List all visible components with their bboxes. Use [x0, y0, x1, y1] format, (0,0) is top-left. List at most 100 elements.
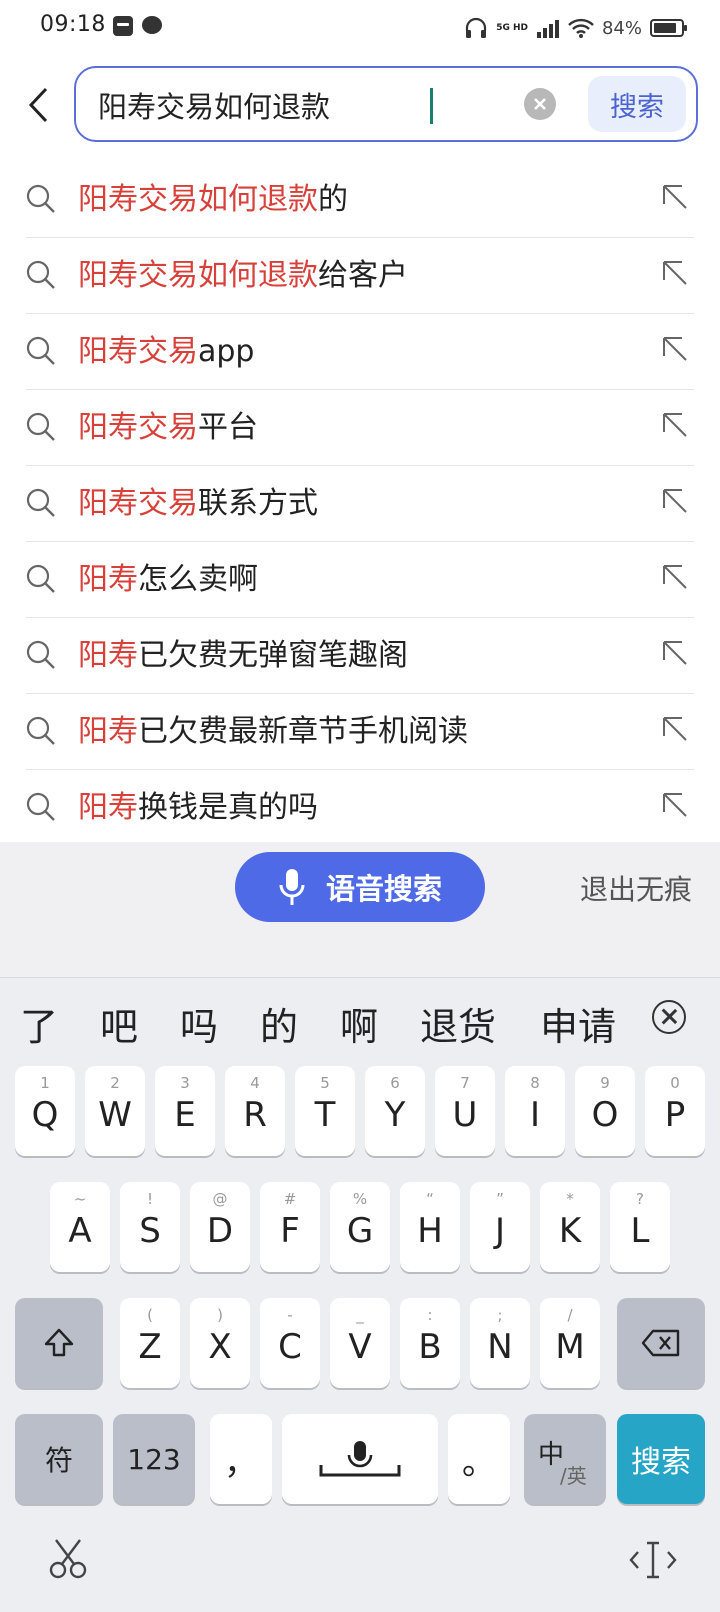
key-hint: !	[146, 1190, 153, 1208]
suggestion-text: 阳寿交易联系方式	[78, 484, 318, 524]
key-c[interactable]: -C	[260, 1298, 320, 1388]
text-cursor-tool-icon[interactable]	[628, 1540, 678, 1580]
language-switch-key[interactable]: 中 /英	[524, 1414, 606, 1504]
backspace-key[interactable]	[617, 1298, 705, 1388]
key-label: Y	[384, 1095, 406, 1135]
collapse-candidates-icon[interactable]	[652, 1000, 686, 1034]
status-right: 5G HD 84%	[464, 14, 687, 42]
candidate-word[interactable]: 吗	[180, 996, 218, 1051]
shift-key[interactable]	[15, 1298, 103, 1388]
key-x[interactable]: ) X	[190, 1298, 250, 1388]
key-t[interactable]: 5T	[295, 1066, 355, 1156]
search-icon	[26, 564, 55, 593]
suggestion-item[interactable]: 阳寿交易app	[26, 314, 694, 390]
key-label: U	[452, 1095, 478, 1135]
fill-query-icon[interactable]	[662, 260, 688, 286]
fill-query-icon[interactable]	[662, 412, 688, 438]
key-label: J	[494, 1211, 506, 1251]
suggestion-text: 阳寿换钱是真的吗	[78, 788, 318, 828]
key-hint: 3	[180, 1074, 190, 1092]
search-button[interactable]: 搜索	[588, 76, 686, 132]
back-button[interactable]	[18, 80, 58, 130]
voice-search-button[interactable]: 语音搜索	[235, 852, 485, 922]
key-w[interactable]: 2W	[85, 1066, 145, 1156]
fill-query-icon[interactable]	[662, 792, 688, 818]
candidate-word[interactable]: 退货	[420, 996, 496, 1051]
suggestion-highlight: 阳寿交易	[78, 410, 198, 445]
suggestion-text: 阳寿交易如何退款的	[78, 180, 348, 220]
key-l[interactable]: ? L	[610, 1182, 670, 1272]
fill-query-icon[interactable]	[662, 564, 688, 590]
key-m[interactable]: / M	[540, 1298, 600, 1388]
text-cursor	[430, 88, 433, 124]
key-hint: #	[283, 1190, 297, 1208]
suggestion-item[interactable]: 阳寿交易如何退款的	[26, 162, 694, 238]
key-j[interactable]: ” J	[470, 1182, 530, 1272]
period-key[interactable]: 。	[448, 1414, 510, 1504]
fill-query-icon[interactable]	[662, 716, 688, 742]
suggestion-item[interactable]: 阳寿交易平台	[26, 390, 694, 466]
key-e[interactable]: 3E	[155, 1066, 215, 1156]
suggestion-item[interactable]: 阳寿已欠费无弹窗笔趣阁	[26, 618, 694, 694]
suggestion-rest: 已欠费最新章节手机阅读	[138, 714, 468, 749]
key-v[interactable]: _ V	[330, 1298, 390, 1388]
fill-query-icon[interactable]	[662, 488, 688, 514]
comma-key[interactable]: ，	[210, 1414, 272, 1504]
key-hint: ”	[496, 1190, 504, 1208]
search-icon	[26, 260, 55, 289]
key-b[interactable]: :B	[400, 1298, 460, 1388]
key-label: D	[206, 1211, 234, 1251]
key-z[interactable]: (Z	[120, 1298, 180, 1388]
signal-icon	[536, 20, 559, 38]
key-s[interactable]: ! S	[120, 1182, 180, 1272]
search-icon	[26, 488, 55, 517]
key-i[interactable]: 8I	[505, 1066, 565, 1156]
key-u[interactable]: 7U	[435, 1066, 495, 1156]
candidate-word[interactable]: 啊	[340, 996, 378, 1051]
key-d[interactable]: @ D	[190, 1182, 250, 1272]
space-key[interactable]	[282, 1414, 438, 1504]
suggestion-item[interactable]: 阳寿已欠费最新章节手机阅读	[26, 694, 694, 770]
key-q[interactable]: 1Q	[15, 1066, 75, 1156]
suggestion-item[interactable]: 阳寿交易如何退款给客户	[26, 238, 694, 314]
fill-query-icon[interactable]	[662, 336, 688, 362]
key-n[interactable]: ; N	[470, 1298, 530, 1388]
suggestion-item[interactable]: 阳寿交易联系方式	[26, 466, 694, 542]
key-y[interactable]: 6Y	[365, 1066, 425, 1156]
key-hint: 6	[390, 1074, 400, 1092]
candidate-word[interactable]: 了	[20, 996, 58, 1051]
key-hint: %	[352, 1190, 368, 1208]
key-p[interactable]: 0P	[645, 1066, 705, 1156]
status-bar: 09:18 5G HD 84%	[0, 0, 720, 56]
key-o[interactable]: 9O	[575, 1066, 635, 1156]
key-label: B	[418, 1327, 442, 1367]
candidate-word[interactable]: 申请	[540, 996, 616, 1051]
suggestion-item[interactable]: 阳寿怎么卖啊	[26, 542, 694, 618]
key-r[interactable]: 4R	[225, 1066, 285, 1156]
fill-query-icon[interactable]	[662, 184, 688, 210]
candidate-word[interactable]: 吧	[100, 996, 138, 1051]
key-label: T	[314, 1095, 336, 1135]
symbol-key[interactable]: 符	[15, 1414, 103, 1504]
search-input[interactable]	[98, 84, 498, 126]
key-label: S	[139, 1211, 161, 1251]
key-a[interactable]: ~ A	[50, 1182, 110, 1272]
close-icon	[534, 98, 546, 110]
fill-query-icon[interactable]	[662, 640, 688, 666]
candidate-word[interactable]: 的	[260, 996, 298, 1051]
keyboard-search-key[interactable]: 搜索	[617, 1414, 705, 1504]
suggestion-rest: 的	[318, 182, 348, 217]
key-f[interactable]: # F	[260, 1182, 320, 1272]
suggestion-item[interactable]: 阳寿换钱是真的吗	[26, 770, 694, 846]
exit-incognito-button[interactable]: 退出无痕	[580, 868, 692, 908]
wifi-icon	[568, 18, 594, 38]
scissors-icon[interactable]	[46, 1536, 90, 1580]
key-h[interactable]: “H	[400, 1182, 460, 1272]
clear-button[interactable]	[524, 88, 556, 120]
suggestion-text: 阳寿交易平台	[78, 408, 258, 448]
key-k[interactable]: * K	[540, 1182, 600, 1272]
key-g[interactable]: % G	[330, 1182, 390, 1272]
search-box: 搜索	[74, 66, 698, 142]
suggestion-text: 阳寿交易如何退款给客户	[78, 256, 408, 296]
number-key[interactable]: 123	[113, 1414, 195, 1504]
